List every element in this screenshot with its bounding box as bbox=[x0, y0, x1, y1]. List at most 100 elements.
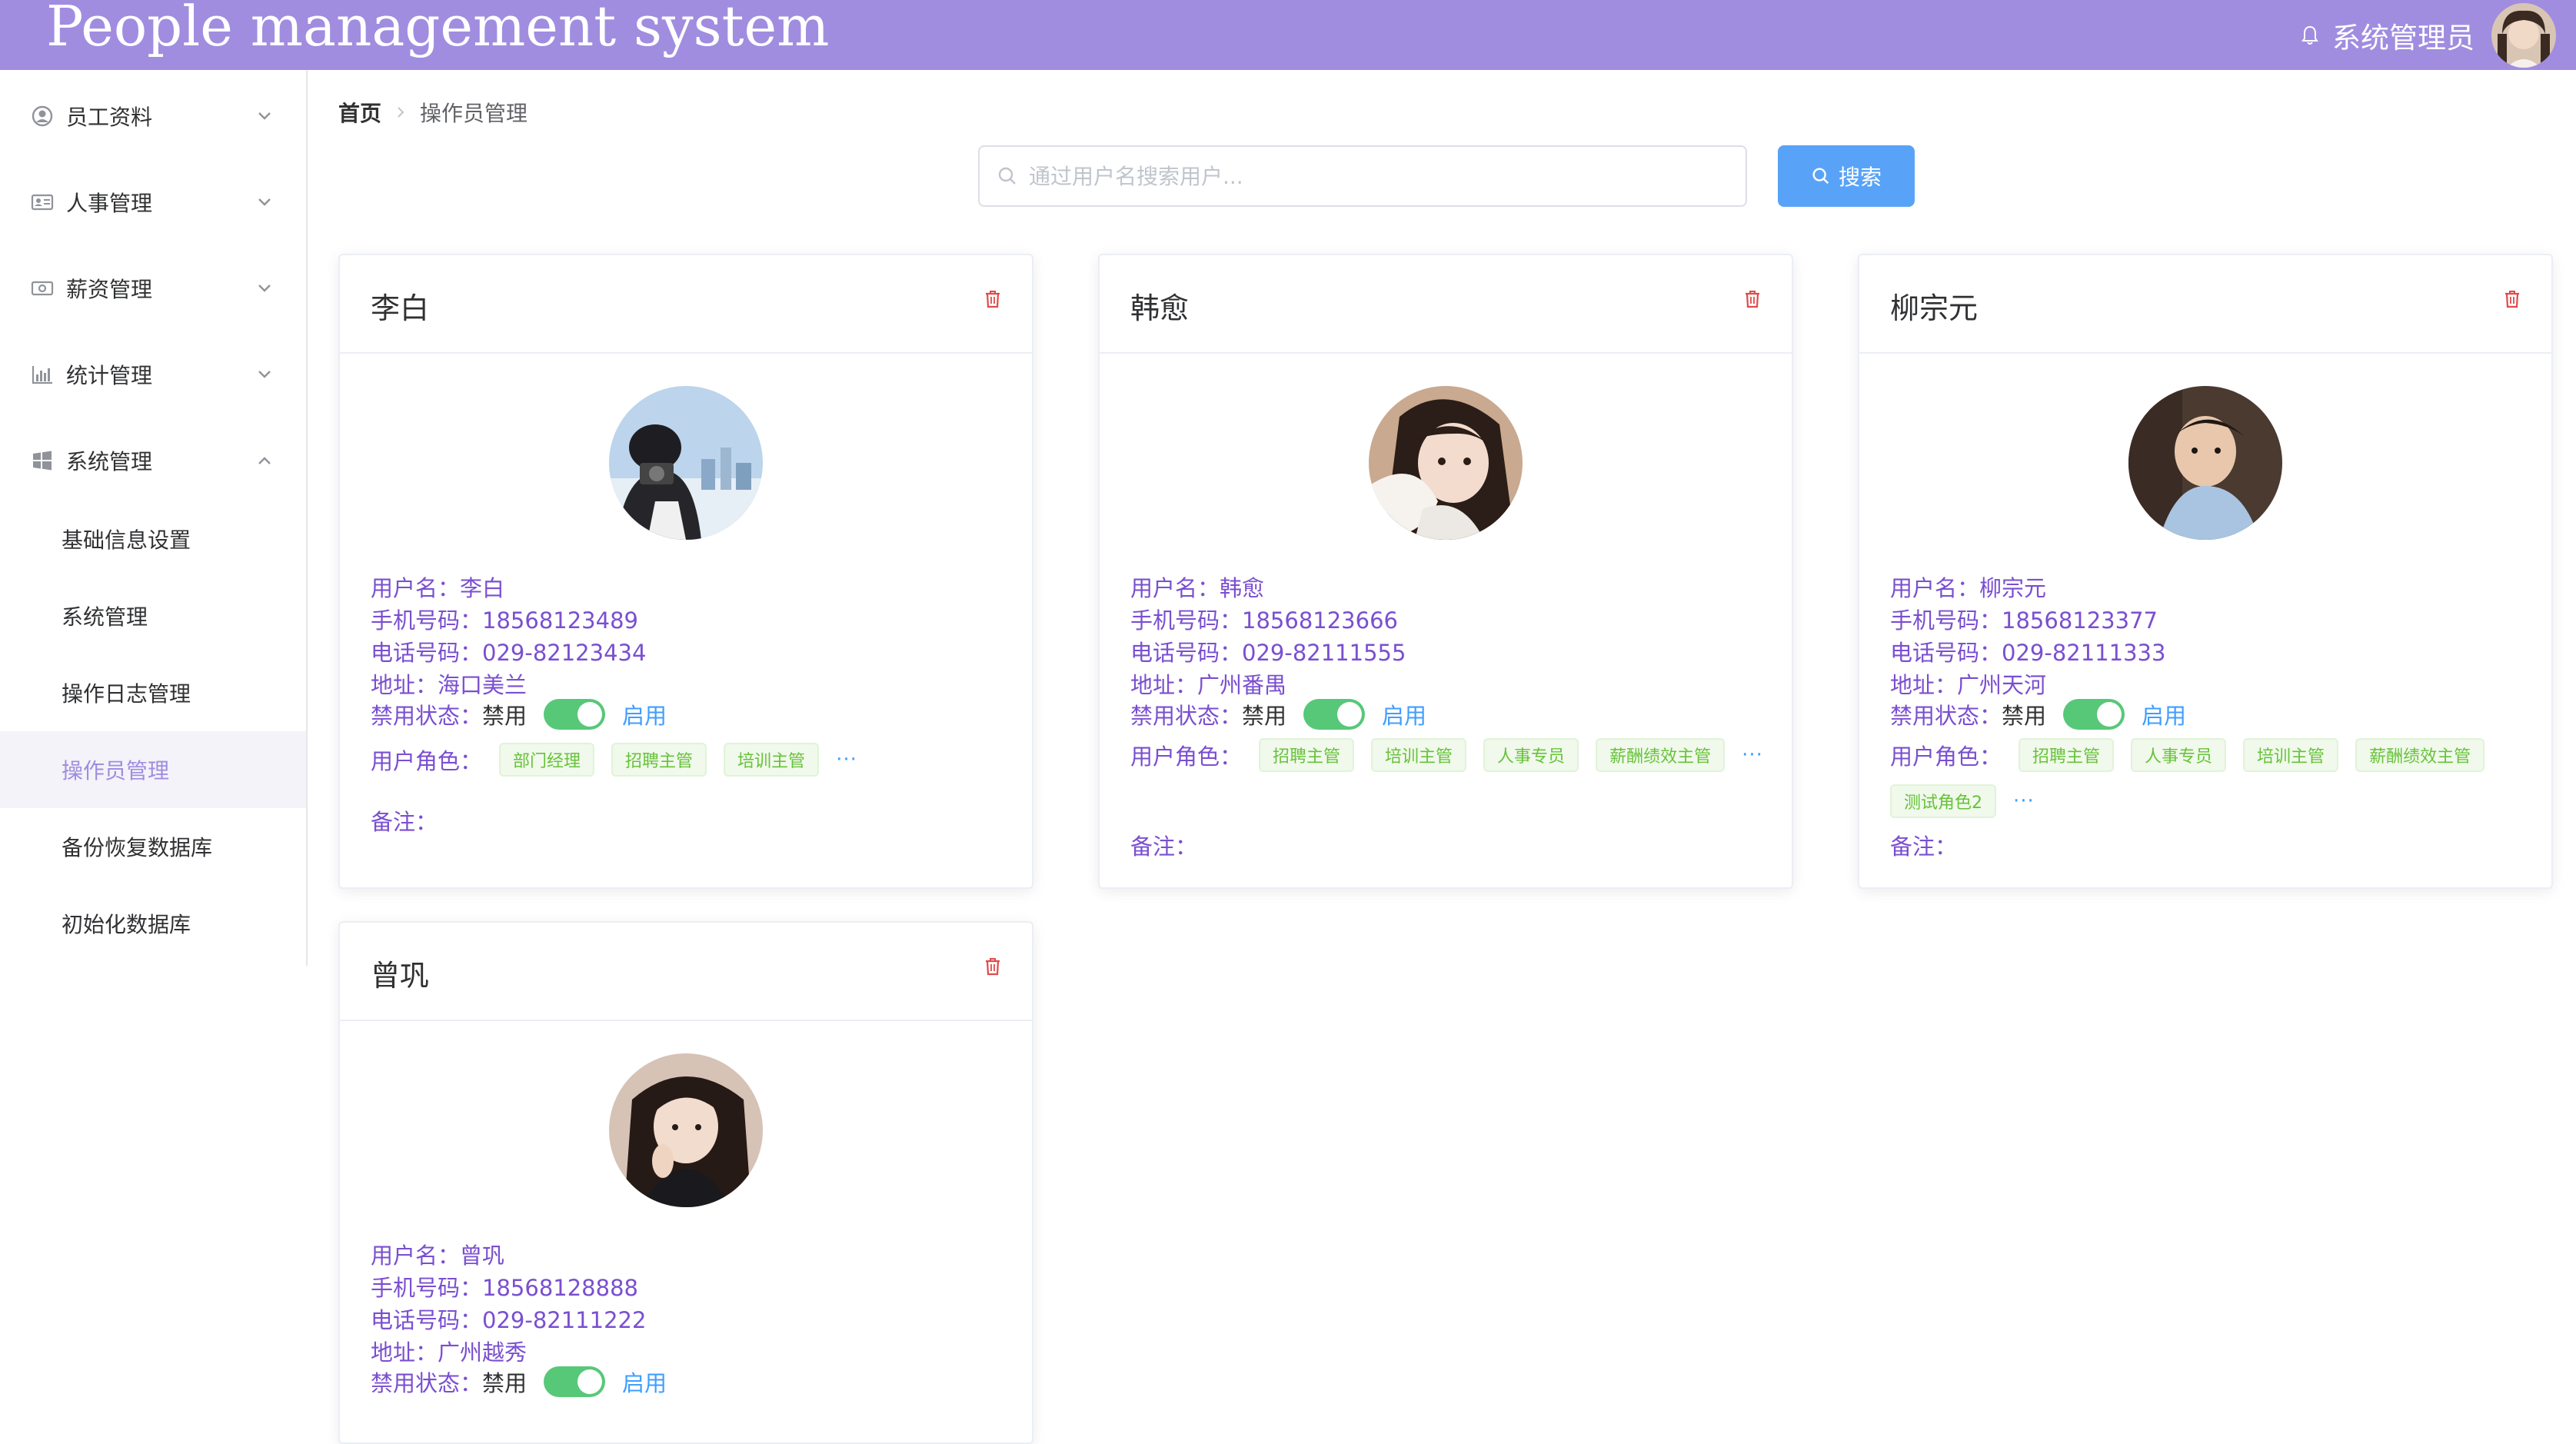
submenu-item-backup-restore[interactable]: 备份恢复数据库 bbox=[0, 808, 306, 885]
sidebar-item-label: 系统管理 bbox=[66, 449, 153, 474]
submenu-item-operator-management[interactable]: 操作员管理 bbox=[0, 731, 306, 808]
role-tag: 薪酬绩效主管 bbox=[2355, 738, 2485, 772]
sidebar-item-label: 员工资料 bbox=[66, 105, 153, 130]
submenu-item-operation-log[interactable]: 操作日志管理 bbox=[0, 654, 306, 731]
address-value: 广州越秀 bbox=[438, 1339, 528, 1366]
mobile-line: 手机号码：18568128888 bbox=[371, 1270, 638, 1303]
operator-card: 李白 用户名：李白 手机号码：18568123489 电话号码：029-8212… bbox=[338, 254, 1033, 889]
current-user-name[interactable]: 系统管理员 bbox=[2332, 15, 2474, 56]
chevron-down-icon bbox=[258, 371, 271, 378]
phone-line: 电话号码：029-82123434 bbox=[371, 635, 646, 667]
operator-name-title: 李白 bbox=[371, 291, 430, 325]
status-on-text: 启用 bbox=[622, 1370, 667, 1396]
operator-name-title: 柳宗元 bbox=[1890, 291, 1979, 325]
username-label: 用户名： bbox=[1890, 575, 1980, 601]
sidebar-item-statistics[interactable]: 统计管理 bbox=[0, 331, 306, 418]
address-label: 地址： bbox=[371, 672, 438, 698]
role-tag: 人事专员 bbox=[1483, 738, 1579, 772]
username-value: 李白 bbox=[460, 575, 505, 601]
username-value: 韩愈 bbox=[1220, 575, 1265, 601]
role-tag: 培训主管 bbox=[2243, 738, 2339, 772]
address-line: 地址：广州天河 bbox=[1890, 667, 2046, 700]
bar-chart-icon bbox=[32, 366, 52, 384]
phone-label: 电话号码： bbox=[1130, 640, 1243, 666]
operator-avatar bbox=[1369, 386, 1523, 540]
operator-name-title: 韩愈 bbox=[1130, 291, 1190, 325]
address-value: 广州番禺 bbox=[1197, 672, 1287, 698]
search-input[interactable] bbox=[1029, 163, 1721, 189]
phone-value: 029-82111333 bbox=[2002, 640, 2166, 666]
roles-row: 用户角色： 招聘主管 培训主管 人事专员 薪酬绩效主管 ··· bbox=[1130, 738, 1769, 772]
phone-line: 电话号码：029-82111333 bbox=[1890, 635, 2165, 667]
roles-label: 用户角色： bbox=[1130, 744, 1243, 770]
card-header: 李白 bbox=[340, 255, 1032, 354]
search-button-label: 搜索 bbox=[1838, 165, 1882, 189]
more-roles-button[interactable]: ··· bbox=[836, 748, 857, 771]
sidebar-item-system[interactable]: 系统管理 bbox=[0, 418, 306, 504]
role-tag: 人事专员 bbox=[2131, 738, 2227, 772]
operator-avatar bbox=[2128, 386, 2282, 540]
submenu-item-init-database[interactable]: 初始化数据库 bbox=[0, 885, 306, 962]
remark-line: 备注： bbox=[371, 804, 438, 837]
trash-icon[interactable] bbox=[2504, 289, 2521, 309]
status-row: 禁用状态： 禁用 启用 bbox=[371, 698, 667, 730]
submenu-item-basic-info[interactable]: 基础信息设置 bbox=[0, 501, 306, 577]
more-roles-button[interactable]: ··· bbox=[1742, 744, 1763, 767]
trash-icon[interactable] bbox=[984, 289, 1001, 309]
sidebar-item-label: 薪资管理 bbox=[66, 277, 153, 302]
toggle-knob bbox=[1337, 702, 1363, 727]
operator-card: 柳宗元 用户名：柳宗元 手机号码：18568123377 电话号码：029-82… bbox=[1858, 254, 2553, 889]
search-field[interactable] bbox=[978, 145, 1747, 207]
username-line: 用户名：曾巩 bbox=[371, 1238, 504, 1270]
trash-icon[interactable] bbox=[984, 957, 1001, 977]
phone-value: 029-82111222 bbox=[482, 1307, 647, 1333]
mobile-value: 18568123377 bbox=[2002, 607, 2158, 634]
card-header: 韩愈 bbox=[1100, 255, 1792, 354]
enable-toggle[interactable] bbox=[1303, 699, 1366, 730]
status-row: 禁用状态： 禁用 启用 bbox=[371, 1366, 667, 1398]
user-avatar[interactable] bbox=[2491, 2, 2556, 68]
status-on-text: 启用 bbox=[622, 703, 667, 729]
enable-toggle[interactable] bbox=[544, 699, 606, 730]
windows-icon bbox=[33, 451, 52, 471]
sidebar-item-employee-info[interactable]: 员工资料 bbox=[0, 73, 306, 159]
trash-icon[interactable] bbox=[1744, 289, 1761, 309]
mobile-label: 手机号码： bbox=[1890, 607, 2002, 634]
remark-label: 备注： bbox=[1890, 833, 1958, 860]
remark-line: 备注： bbox=[1890, 829, 1957, 861]
status-off-text: 禁用 bbox=[482, 703, 528, 729]
enable-toggle[interactable] bbox=[2063, 699, 2125, 730]
status-off-text: 禁用 bbox=[482, 1370, 528, 1396]
address-label: 地址： bbox=[1890, 672, 1958, 698]
status-label: 禁用状态： bbox=[1890, 703, 2002, 729]
mobile-line: 手机号码：18568123377 bbox=[1890, 603, 2158, 635]
address-value: 广州天河 bbox=[1957, 672, 2047, 698]
user-area[interactable]: 系统管理员 bbox=[2301, 0, 2556, 70]
status-label: 禁用状态： bbox=[371, 1370, 483, 1396]
mobile-value: 18568123489 bbox=[482, 607, 638, 634]
more-roles-button[interactable]: ··· bbox=[2013, 790, 2035, 813]
address-line: 地址：海口美兰 bbox=[371, 667, 527, 700]
status-row: 禁用状态： 禁用 启用 bbox=[1130, 698, 1426, 730]
bell-icon[interactable] bbox=[2301, 25, 2318, 46]
chevron-down-icon bbox=[258, 284, 271, 292]
sidebar-item-hr[interactable]: 人事管理 bbox=[0, 159, 306, 245]
breadcrumb-home[interactable]: 首页 bbox=[338, 97, 381, 128]
search-button[interactable]: 搜索 bbox=[1778, 145, 1915, 207]
username-label: 用户名： bbox=[371, 575, 461, 601]
username-value: 曾巩 bbox=[460, 1243, 505, 1269]
username-line: 用户名：韩愈 bbox=[1130, 571, 1264, 603]
chevron-right-icon bbox=[398, 107, 404, 118]
submenu-item-system[interactable]: 系统管理 bbox=[0, 577, 306, 654]
app-title: People management system bbox=[46, 0, 830, 58]
breadcrumb: 首页 操作员管理 bbox=[338, 97, 528, 128]
address-line: 地址：广州越秀 bbox=[371, 1335, 527, 1367]
status-off-text: 禁用 bbox=[1242, 703, 1287, 729]
toggle-knob bbox=[577, 702, 603, 727]
sidebar-item-salary[interactable]: 薪资管理 bbox=[0, 245, 306, 331]
enable-toggle[interactable] bbox=[544, 1366, 606, 1397]
status-on-text: 启用 bbox=[2142, 703, 2187, 729]
top-bar: People management system 系统管理员 bbox=[0, 0, 2576, 70]
submenu-item-label: 备份恢复数据库 bbox=[62, 835, 213, 860]
role-tag: 培训主管 bbox=[724, 743, 820, 777]
